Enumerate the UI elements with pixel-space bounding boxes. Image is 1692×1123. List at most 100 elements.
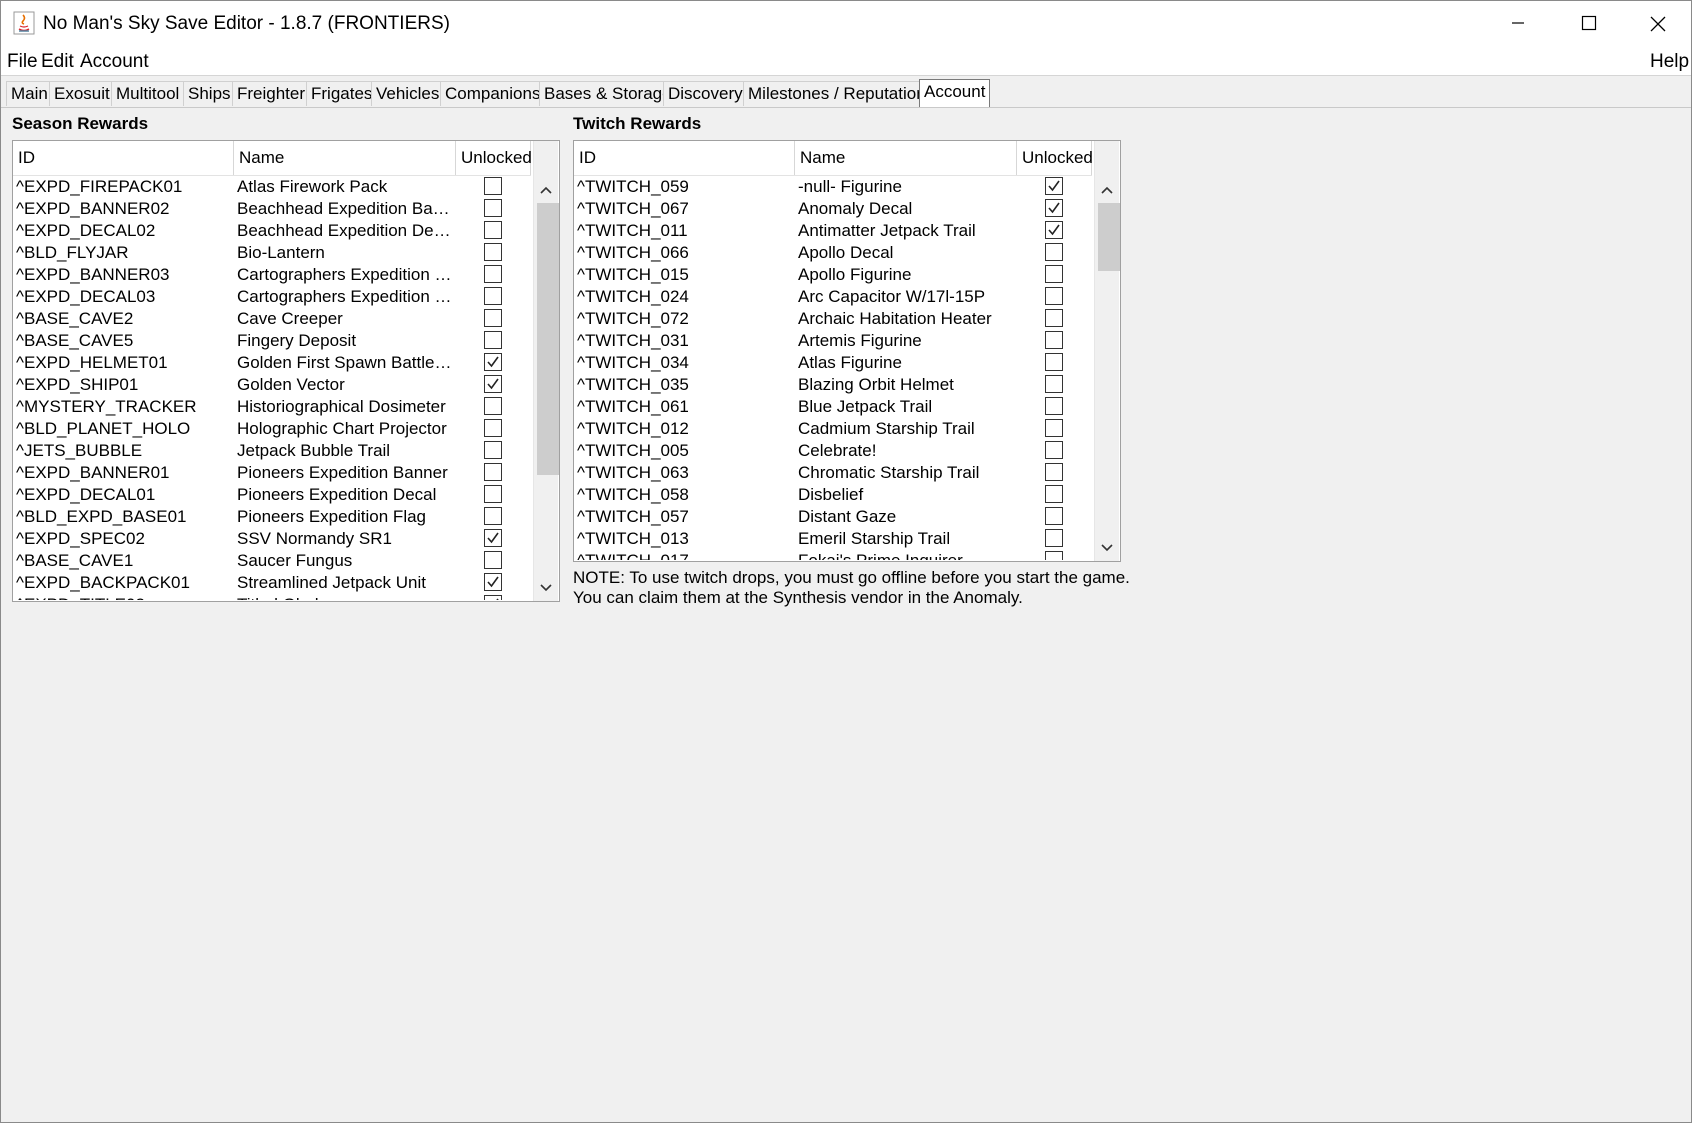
table-row[interactable]: ^BASE_CAVE2 Cave Creeper <box>13 308 531 330</box>
unlocked-checkbox[interactable] <box>484 595 502 600</box>
unlocked-checkbox[interactable] <box>484 529 502 547</box>
table-row[interactable]: ^TWITCH_072 Archaic Habitation Heater <box>574 308 1092 330</box>
unlocked-checkbox[interactable] <box>484 265 502 283</box>
unlocked-checkbox[interactable] <box>484 463 502 481</box>
unlocked-checkbox[interactable] <box>1045 463 1063 481</box>
unlocked-checkbox[interactable] <box>1045 551 1063 560</box>
tab-discovery[interactable]: Discovery <box>663 81 748 106</box>
close-button[interactable] <box>1623 1 1691 47</box>
unlocked-checkbox[interactable] <box>484 309 502 327</box>
table-row[interactable]: ^TWITCH_034 Atlas Figurine <box>574 352 1092 374</box>
unlocked-checkbox[interactable] <box>1045 529 1063 547</box>
table-row[interactable]: ^EXPD_DECAL02 Beachhead Expedition Decal <box>13 220 531 242</box>
table-row[interactable]: ^TWITCH_005 Celebrate! <box>574 440 1092 462</box>
unlocked-checkbox[interactable] <box>1045 221 1063 239</box>
table-row[interactable]: ^EXPD_SHIP01 Golden Vector <box>13 374 531 396</box>
table-row[interactable]: ^EXPD_TITLE02 Titled Glade... <box>13 594 531 600</box>
table-row[interactable]: ^BLD_PLANET_HOLO Holographic Chart Projec… <box>13 418 531 440</box>
table-row[interactable]: ^EXPD_BANNER03 Cartographers Expedition B… <box>13 264 531 286</box>
table-row[interactable]: ^EXPD_DECAL03 Cartographers Expedition De… <box>13 286 531 308</box>
menu-account[interactable]: Account <box>80 51 149 73</box>
unlocked-checkbox[interactable] <box>484 221 502 239</box>
unlocked-checkbox[interactable] <box>484 485 502 503</box>
table-row[interactable]: ^TWITCH_015 Apollo Figurine <box>574 264 1092 286</box>
tab-account[interactable]: Account <box>919 79 991 107</box>
column-header-name[interactable]: Name <box>234 141 456 175</box>
unlocked-checkbox[interactable] <box>484 243 502 261</box>
tab-ships[interactable]: Ships <box>183 81 236 106</box>
table-row[interactable]: ^TWITCH_011 Antimatter Jetpack Trail <box>574 220 1092 242</box>
table-row[interactable]: ^EXPD_DECAL01 Pioneers Expedition Decal <box>13 484 531 506</box>
tab-freighter[interactable]: Freighter <box>232 81 311 106</box>
unlocked-checkbox[interactable] <box>1045 397 1063 415</box>
twitch-scroll-thumb[interactable] <box>1098 203 1120 271</box>
table-row[interactable]: ^BASE_CAVE1 Saucer Fungus <box>13 550 531 572</box>
table-row[interactable]: ^BASE_CAVE5 Fingery Deposit <box>13 330 531 352</box>
table-row[interactable]: ^TWITCH_063 Chromatic Starship Trail <box>574 462 1092 484</box>
table-row[interactable]: ^TWITCH_057 Distant Gaze <box>574 506 1092 528</box>
table-row[interactable]: ^TWITCH_059 -null- Figurine <box>574 176 1092 198</box>
unlocked-checkbox[interactable] <box>484 331 502 349</box>
scroll-down-icon[interactable] <box>1095 537 1119 559</box>
column-header-name[interactable]: Name <box>795 141 1017 175</box>
table-row[interactable]: ^TWITCH_061 Blue Jetpack Trail <box>574 396 1092 418</box>
scroll-up-icon[interactable] <box>1095 179 1119 201</box>
unlocked-checkbox[interactable] <box>484 177 502 195</box>
tab-bases-storage[interactable]: Bases & Storage <box>539 81 677 106</box>
table-row[interactable]: ^BLD_EXPD_BASE01 Pioneers Expedition Flag <box>13 506 531 528</box>
column-header-unlocked[interactable]: Unlocked <box>456 141 532 175</box>
table-row[interactable]: ^JETS_BUBBLE Jetpack Bubble Trail <box>13 440 531 462</box>
unlocked-checkbox[interactable] <box>484 551 502 569</box>
unlocked-checkbox[interactable] <box>1045 375 1063 393</box>
column-header-id[interactable]: ID <box>574 141 795 175</box>
table-row[interactable]: ^TWITCH_035 Blazing Orbit Helmet <box>574 374 1092 396</box>
unlocked-checkbox[interactable] <box>484 199 502 217</box>
unlocked-checkbox[interactable] <box>1045 507 1063 525</box>
table-row[interactable]: ^MYSTERY_TRACKER Historiographical Dosime… <box>13 396 531 418</box>
table-row[interactable]: ^TWITCH_017 Fokai's Prime Inquirer <box>574 550 1092 560</box>
unlocked-checkbox[interactable] <box>1045 287 1063 305</box>
unlocked-checkbox[interactable] <box>484 507 502 525</box>
table-row[interactable]: ^TWITCH_067 Anomaly Decal <box>574 198 1092 220</box>
minimize-button[interactable] <box>1483 1 1553 47</box>
scroll-down-icon[interactable] <box>534 577 558 599</box>
table-row[interactable]: ^TWITCH_013 Emeril Starship Trail <box>574 528 1092 550</box>
maximize-button[interactable] <box>1553 1 1623 47</box>
tab-vehicles[interactable]: Vehicles <box>371 81 445 106</box>
unlocked-checkbox[interactable] <box>1045 419 1063 437</box>
twitch-scrollbar[interactable] <box>1094 141 1120 561</box>
tab-exosuit[interactable]: Exosuit <box>49 81 115 106</box>
unlocked-checkbox[interactable] <box>484 419 502 437</box>
unlocked-checkbox[interactable] <box>1045 353 1063 371</box>
table-row[interactable]: ^TWITCH_012 Cadmium Starship Trail <box>574 418 1092 440</box>
table-row[interactable]: ^EXPD_HELMET01 Golden First Spawn Battle … <box>13 352 531 374</box>
tab-milestones-reputation[interactable]: Milestones / Reputation <box>743 81 931 106</box>
tab-multitool[interactable]: Multitool <box>111 81 185 106</box>
unlocked-checkbox[interactable] <box>1045 309 1063 327</box>
unlocked-checkbox[interactable] <box>484 573 502 591</box>
column-header-unlocked[interactable]: Unlocked <box>1017 141 1093 175</box>
menu-help[interactable]: Help <box>1650 51 1689 73</box>
tab-frigates[interactable]: Frigates <box>306 81 378 106</box>
unlocked-checkbox[interactable] <box>484 397 502 415</box>
tab-main[interactable]: Main <box>6 81 53 106</box>
unlocked-checkbox[interactable] <box>484 287 502 305</box>
column-header-id[interactable]: ID <box>13 141 234 175</box>
unlocked-checkbox[interactable] <box>1045 485 1063 503</box>
unlocked-checkbox[interactable] <box>484 353 502 371</box>
unlocked-checkbox[interactable] <box>1045 265 1063 283</box>
unlocked-checkbox[interactable] <box>1045 441 1063 459</box>
table-row[interactable]: ^EXPD_BACKPACK01 Streamlined Jetpack Unit <box>13 572 531 594</box>
unlocked-checkbox[interactable] <box>1045 243 1063 261</box>
tab-companions[interactable]: Companions <box>440 81 546 106</box>
unlocked-checkbox[interactable] <box>484 375 502 393</box>
unlocked-checkbox[interactable] <box>1045 177 1063 195</box>
table-row[interactable]: ^TWITCH_024 Arc Capacitor W/17l-15P <box>574 286 1092 308</box>
unlocked-checkbox[interactable] <box>1045 199 1063 217</box>
table-row[interactable]: ^EXPD_SPEC02 SSV Normandy SR1 <box>13 528 531 550</box>
table-row[interactable]: ^TWITCH_066 Apollo Decal <box>574 242 1092 264</box>
table-row[interactable]: ^TWITCH_031 Artemis Figurine <box>574 330 1092 352</box>
season-scroll-thumb[interactable] <box>537 203 559 475</box>
menu-file[interactable]: File <box>7 51 38 73</box>
unlocked-checkbox[interactable] <box>1045 331 1063 349</box>
